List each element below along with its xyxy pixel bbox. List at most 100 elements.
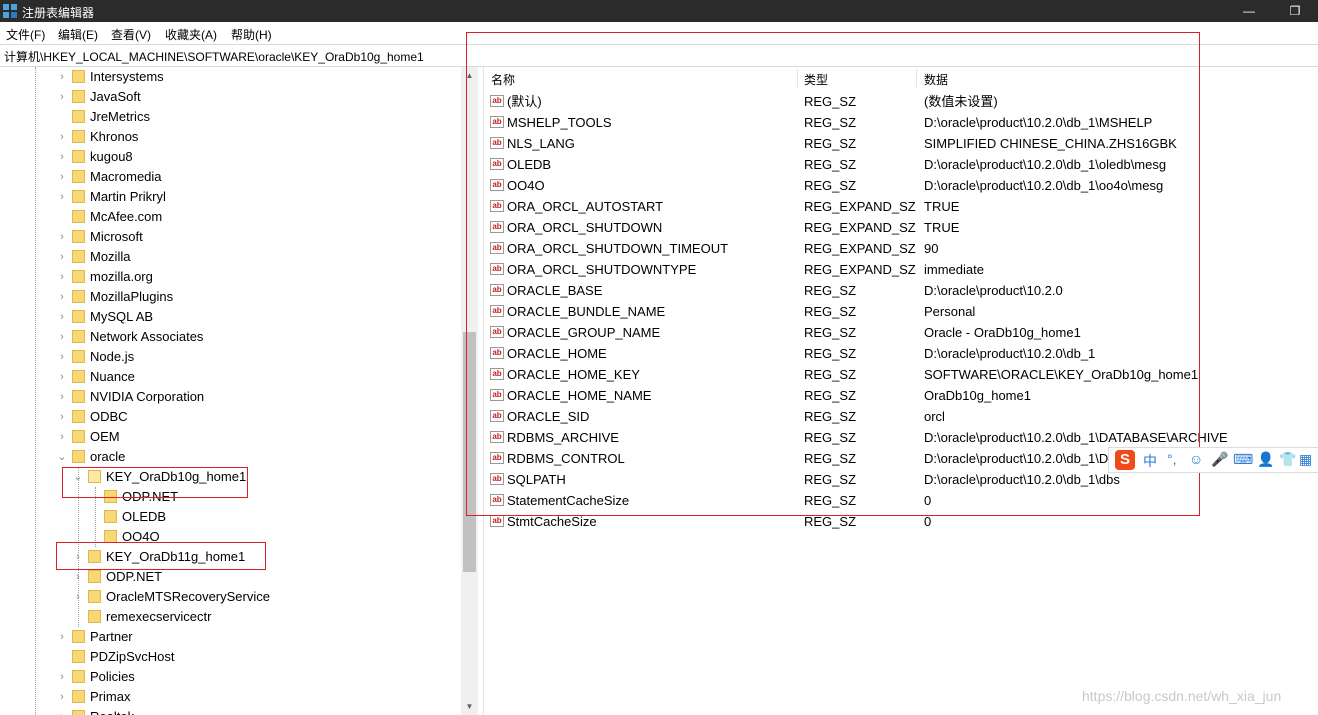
- menu-edit[interactable]: 编辑(E): [58, 26, 98, 43]
- tree-item-label[interactable]: NVIDIA Corporation: [90, 387, 204, 407]
- folder-icon: [72, 110, 85, 123]
- expand-chevron-icon[interactable]: ›: [56, 367, 68, 387]
- folder-icon: [72, 90, 85, 103]
- title-bar: 注册表编辑器 — ❐: [0, 0, 1318, 22]
- folder-icon: [72, 650, 85, 663]
- registry-tree: › Intersystems › JavaSoft JreMetrics › Khronos…: [0, 67, 461, 715]
- expand-chevron-icon[interactable]: ›: [56, 267, 68, 287]
- punctuation-icon[interactable]: °,: [1167, 451, 1177, 467]
- expand-chevron-icon[interactable]: ›: [56, 307, 68, 327]
- folder-icon: [72, 310, 85, 323]
- tree-item-label[interactable]: kugou8: [90, 147, 133, 167]
- expand-chevron-icon[interactable]: ›: [56, 87, 68, 107]
- expand-chevron-icon[interactable]: ›: [56, 687, 68, 707]
- expand-chevron-icon[interactable]: ›: [56, 407, 68, 427]
- folder-icon: [72, 250, 85, 263]
- tree-item-label[interactable]: McAfee.com: [90, 207, 162, 227]
- tree-item-label[interactable]: OLEDB: [122, 507, 166, 527]
- tree-item-label[interactable]: PDZipSvcHost: [90, 647, 175, 667]
- registry-app-icon: [3, 4, 17, 18]
- address-path[interactable]: 计算机\HKEY_LOCAL_MACHINE\SOFTWARE\oracle\K…: [4, 48, 424, 65]
- tree-item-label[interactable]: ODP.NET: [106, 567, 162, 587]
- user-icon[interactable]: 👤: [1257, 451, 1274, 468]
- tree-item-label[interactable]: Intersystems: [90, 67, 164, 87]
- tree-item-label[interactable]: MozillaPlugins: [90, 287, 173, 307]
- tree-item-label[interactable]: OEM: [90, 427, 120, 447]
- tree-item-label[interactable]: OracleMTSRecoveryService: [106, 587, 270, 607]
- expand-chevron-icon[interactable]: ›: [56, 167, 68, 187]
- skin-icon[interactable]: 👕: [1279, 451, 1296, 468]
- keyboard-icon[interactable]: ⌨: [1233, 451, 1253, 468]
- restore-button[interactable]: ❐: [1272, 0, 1318, 22]
- folder-icon: [72, 670, 85, 683]
- tree-item-label[interactable]: Mozilla: [90, 247, 130, 267]
- tree-item-label[interactable]: JreMetrics: [90, 107, 150, 127]
- tree-item-label[interactable]: Nuance: [90, 367, 135, 387]
- toolbox-icon[interactable]: ▦: [1299, 451, 1312, 468]
- menu-view[interactable]: 查看(V): [111, 26, 151, 43]
- folder-icon: [72, 290, 85, 303]
- expand-chevron-icon[interactable]: ›: [56, 187, 68, 207]
- tree-item-label[interactable]: Partner: [90, 627, 133, 647]
- expand-chevron-icon[interactable]: ›: [56, 147, 68, 167]
- expand-chevron-icon[interactable]: ›: [56, 247, 68, 267]
- watermark: https://blog.csdn.net/wh_xia_jun: [1082, 688, 1282, 704]
- tree-item-label[interactable]: MySQL AB: [90, 307, 153, 327]
- chinese-mode-icon[interactable]: 中: [1143, 451, 1157, 471]
- tree-item-label[interactable]: remexecservicectr: [106, 607, 211, 627]
- menu-favorites[interactable]: 收藏夹(A): [165, 26, 217, 43]
- expand-chevron-icon[interactable]: ›: [56, 347, 68, 367]
- tree-item-label[interactable]: Khronos: [90, 127, 138, 147]
- window-title: 注册表编辑器: [22, 6, 95, 20]
- folder-icon: [72, 230, 85, 243]
- expand-chevron-icon[interactable]: ›: [56, 387, 68, 407]
- tree-item-label[interactable]: Microsoft: [90, 227, 143, 247]
- minimize-button[interactable]: —: [1226, 0, 1272, 22]
- folder-icon: [72, 270, 85, 283]
- tree-item-label[interactable]: Node.js: [90, 347, 134, 367]
- tree-item-label[interactable]: oracle: [90, 447, 125, 467]
- string-value-icon: ab: [490, 515, 504, 527]
- expand-chevron-icon[interactable]: ›: [56, 287, 68, 307]
- folder-icon: [72, 410, 85, 423]
- folder-icon: [72, 190, 85, 203]
- emoji-icon[interactable]: ☺: [1189, 451, 1203, 467]
- folder-icon: [72, 430, 85, 443]
- expand-chevron-icon[interactable]: ›: [56, 327, 68, 347]
- tree-item-label[interactable]: Realtek: [90, 707, 134, 715]
- voice-icon[interactable]: 🎤: [1211, 451, 1228, 468]
- tree-item-label[interactable]: Primax: [90, 687, 130, 707]
- expand-chevron-icon[interactable]: ›: [56, 627, 68, 647]
- collapse-chevron-icon[interactable]: ⌄: [56, 447, 68, 467]
- folder-icon: [72, 210, 85, 223]
- folder-icon: [72, 710, 85, 715]
- folder-icon: [88, 610, 101, 623]
- tree-item-label[interactable]: Macromedia: [90, 167, 162, 187]
- tree-item-label[interactable]: ODBC: [90, 407, 128, 427]
- expand-chevron-icon[interactable]: ›: [72, 567, 84, 587]
- expand-chevron-icon[interactable]: ›: [56, 127, 68, 147]
- expand-chevron-icon[interactable]: ›: [56, 227, 68, 247]
- expand-chevron-icon[interactable]: ›: [56, 427, 68, 447]
- expand-chevron-icon[interactable]: ›: [72, 587, 84, 607]
- menu-file[interactable]: 文件(F): [6, 26, 45, 43]
- tree-item-label[interactable]: JavaSoft: [90, 87, 141, 107]
- expand-chevron-icon[interactable]: ›: [56, 707, 68, 715]
- tree-item-label[interactable]: Network Associates: [90, 327, 203, 347]
- annotation-box-values: [466, 32, 1200, 516]
- menu-help[interactable]: 帮助(H): [231, 26, 272, 43]
- tree-item-label[interactable]: Martin Prikryl: [90, 187, 166, 207]
- sogou-logo-icon[interactable]: S: [1115, 450, 1135, 470]
- tree-item-label[interactable]: Policies: [90, 667, 135, 687]
- expand-chevron-icon[interactable]: ›: [56, 67, 68, 87]
- folder-icon: [88, 590, 101, 603]
- folder-icon: [104, 510, 117, 523]
- ime-toolbar[interactable]: S 中 °, ☺ 🎤 ⌨ 👤 👕 ▦: [1108, 447, 1318, 473]
- folder-icon: [72, 370, 85, 383]
- expand-chevron-icon[interactable]: ›: [56, 667, 68, 687]
- scroll-down-arrow-icon[interactable]: ▼: [461, 698, 478, 715]
- folder-icon: [72, 170, 85, 183]
- tree-item-label[interactable]: mozilla.org: [90, 267, 153, 287]
- folder-icon: [72, 630, 85, 643]
- folder-icon: [72, 150, 85, 163]
